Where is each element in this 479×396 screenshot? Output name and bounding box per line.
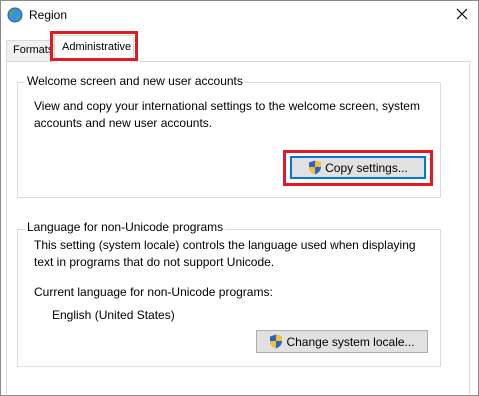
current-language-label: Current language for non-Unicode program… — [34, 285, 273, 299]
tab-formats[interactable]: Formats — [6, 40, 53, 61]
welcome-group-description: View and copy your international setting… — [34, 99, 420, 130]
tab-highlight-box — [50, 31, 138, 61]
change-system-locale-label: Change system locale... — [286, 334, 415, 349]
uac-shield-icon — [270, 334, 283, 349]
copy-settings-highlight-box — [283, 150, 433, 186]
close-icon — [456, 8, 468, 20]
non-unicode-group-legend: Language for non-Unicode programs — [25, 220, 226, 234]
close-button[interactable] — [447, 0, 477, 28]
welcome-group-legend: Welcome screen and new user accounts — [25, 74, 245, 88]
window-title: Region — [29, 8, 68, 22]
current-language-value: English (United States) — [52, 308, 175, 322]
globe-icon — [7, 7, 23, 23]
non-unicode-group-description: This setting (system locale) controls th… — [34, 238, 416, 269]
title-bar: Region — [0, 0, 477, 30]
change-system-locale-button[interactable]: Change system locale... — [256, 330, 428, 353]
